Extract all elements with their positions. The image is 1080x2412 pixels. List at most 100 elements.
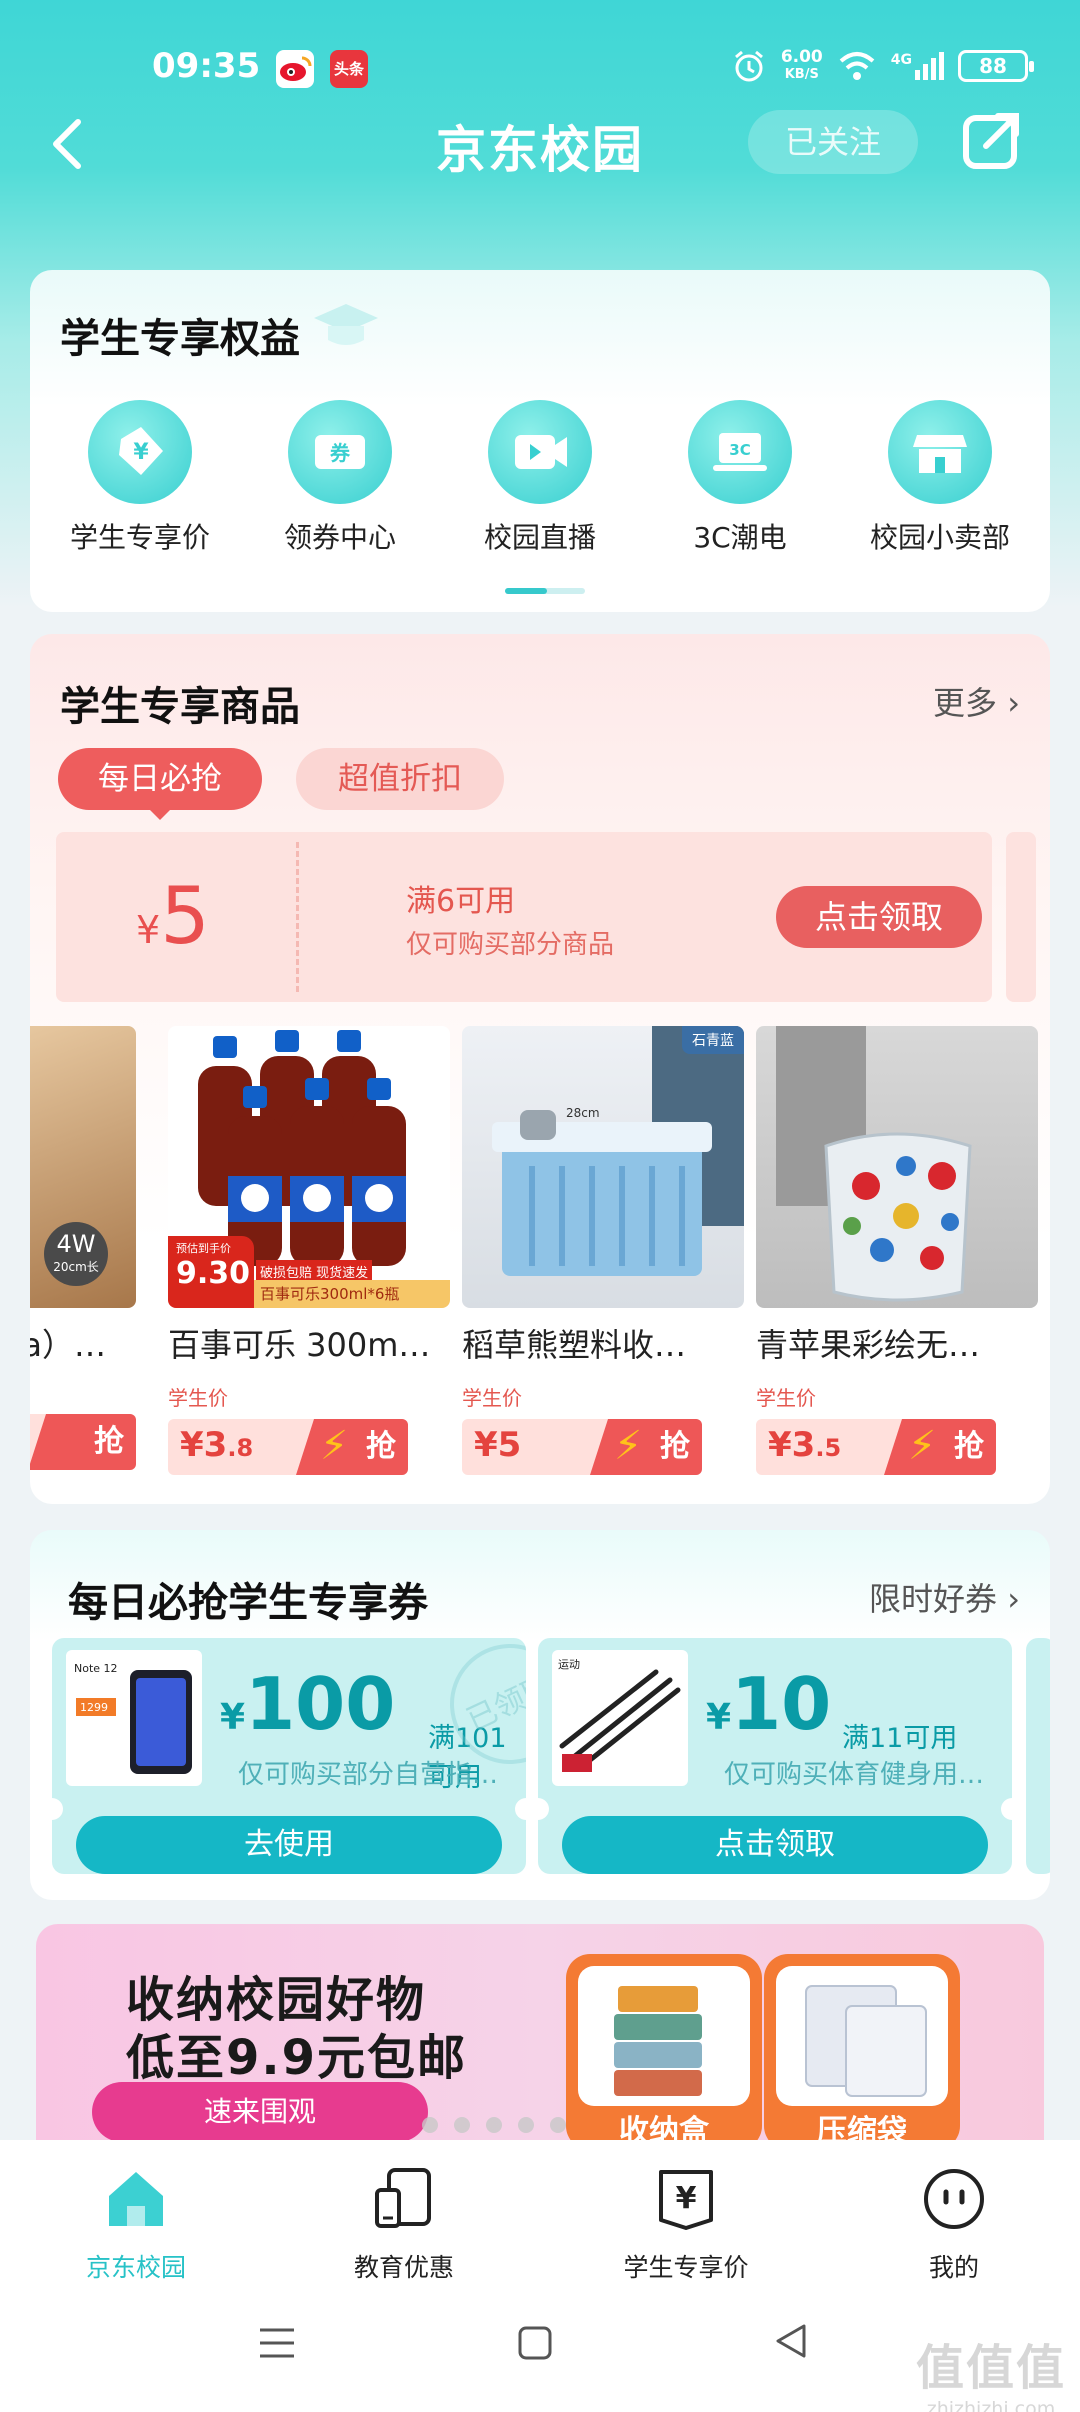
- home-icon: [109, 2172, 163, 2226]
- product-card[interactable]: 28cm 石青蓝 稻草熊塑料收… 学生价 ¥5 ⚡ 抢: [462, 1026, 744, 1475]
- grab-button[interactable]: 抢: [30, 1414, 136, 1470]
- tab-education-deals[interactable]: 教育优惠: [304, 2164, 504, 2284]
- tab-profile[interactable]: 我的: [854, 2164, 1054, 2284]
- grab-button[interactable]: ⚡ 抢: [590, 1419, 702, 1475]
- battery-indicator: 88: [958, 50, 1034, 82]
- product-carousel: 4W 20cm长 a）… . 抢: [30, 1026, 1050, 1476]
- lightning-icon: ⚡: [320, 1423, 349, 1469]
- lightning-icon: ⚡: [908, 1423, 937, 1469]
- glass-cup-image: [776, 1026, 972, 1302]
- coupon-card: 运动 ¥10 满11可用 仅可购买体育健身用… 点击领取: [538, 1638, 1012, 1874]
- student-price-tag: 学生价: [168, 1386, 228, 1410]
- banner-tile-storage-box[interactable]: 收纳盒: [566, 1954, 762, 2140]
- product-image: 4W 20cm长: [30, 1026, 136, 1308]
- product-name: 青苹果彩绘无…: [756, 1326, 981, 1364]
- benefit-label: 学生专享价: [69, 521, 210, 554]
- tab-label: 学生专享价: [623, 2253, 749, 2282]
- alarm-icon: [734, 50, 763, 82]
- menu-icon[interactable]: [254, 2320, 300, 2366]
- promo-price-badge: 预估到手价 9.30: [168, 1236, 254, 1308]
- coupon-amount: ¥5: [136, 872, 210, 962]
- devices-icon: [375, 2168, 431, 2228]
- svg-text:1299: 1299: [80, 1701, 108, 1714]
- chevron-left-icon: [53, 119, 81, 169]
- svg-text:券: 券: [329, 441, 351, 465]
- section-title: 学生专享商品: [60, 684, 300, 730]
- live-video-icon: [488, 400, 592, 504]
- banner-tile-vacuum-bag[interactable]: 压缩袋: [764, 1954, 960, 2140]
- back-triangle-icon[interactable]: [768, 2318, 814, 2364]
- tab-home[interactable]: 京东校园: [36, 2164, 236, 2284]
- grab-button[interactable]: ⚡ 抢: [296, 1419, 408, 1475]
- coupon-amount: ¥100: [220, 1662, 396, 1746]
- tab-student-price[interactable]: ¥ 学生专享价: [586, 2164, 786, 2284]
- student-price-tag: 学生价: [462, 1386, 522, 1410]
- student-products-card: 学生专享商品 更多 › 每日必抢 超值折扣 ¥5 满6可用 仅可购买部分商品 点…: [30, 634, 1050, 1504]
- home-square-icon[interactable]: [512, 2320, 558, 2366]
- product-card[interactable]: 青苹果彩绘无… 学生价 ¥3.5 ⚡ 抢: [756, 1026, 1038, 1475]
- benefits-pager: [505, 588, 585, 594]
- product-card[interactable]: 4W 20cm长 a）… . 抢: [30, 1026, 136, 1470]
- share-icon: [963, 113, 1019, 169]
- yen-tag-icon: ¥: [659, 2170, 713, 2230]
- benefit-student-price[interactable]: ¥ 学生专享价: [45, 400, 235, 556]
- benefit-campus-live[interactable]: 校园直播: [445, 400, 635, 556]
- more-link[interactable]: 更多 ›: [933, 678, 1020, 724]
- coupon-ticket: ¥5 满6可用 仅可购买部分商品 点击领取: [56, 832, 992, 1002]
- limited-coupons-link[interactable]: 限时好券 ›: [869, 1574, 1020, 1620]
- next-coupon-peek[interactable]: [1026, 1638, 1050, 1874]
- coupon-description: 仅可购买部分商品: [406, 930, 615, 960]
- student-price-tag: 学生价: [756, 1386, 816, 1410]
- weibo-icon: [276, 50, 314, 88]
- next-coupon-peek[interactable]: [1006, 832, 1036, 1002]
- banner-pager: [422, 2117, 566, 2133]
- product-name: a）…: [30, 1326, 106, 1364]
- benefit-3c-electronics[interactable]: 3C 3C潮电: [645, 400, 835, 556]
- tab-label: 京东校园: [85, 2253, 186, 2282]
- coupon-card: Note 12 1299 ¥100 满101可用 仅可购买部分自营指… 已领取 去…: [52, 1638, 526, 1874]
- system-nav-bar: 值值值 zhizhizhi.com: [0, 2282, 1080, 2412]
- tab-daily-deals[interactable]: 每日必抢: [58, 748, 262, 820]
- nav-bar: 京东校园 已关注: [0, 100, 1080, 220]
- svg-text:3C: 3C: [729, 441, 750, 459]
- claim-coupon-button[interactable]: 点击领取: [776, 886, 982, 948]
- follow-button[interactable]: 已关注: [748, 110, 918, 174]
- tab-discounts[interactable]: 超值折扣: [296, 748, 504, 810]
- color-tag: 石青蓝: [682, 1026, 744, 1054]
- status-bar: 09:35 头条 6.00 KB/S 4G 88: [0, 40, 1080, 100]
- tab-label: 教育优惠: [353, 2253, 454, 2282]
- promo-banner[interactable]: 收纳校园好物 低至9.9元包邮 速来围观 收纳盒 压缩袋: [36, 1924, 1044, 2140]
- grab-button[interactable]: ⚡ 抢: [884, 1419, 996, 1475]
- benefit-label: 领券中心: [283, 521, 396, 554]
- section-title: 学生专享权益: [60, 316, 300, 362]
- product-image: [756, 1026, 1038, 1308]
- use-coupon-button[interactable]: 去使用: [76, 1816, 502, 1874]
- section-title: 每日必抢学生专享券: [68, 1580, 428, 1626]
- vacuum-bags-image: [805, 1985, 927, 2097]
- product-card[interactable]: 预估到手价 9.30 破损包赔 现货速发 百事可乐300ml*6瓶 百事可乐 3…: [168, 1026, 450, 1475]
- storage-box-image: [492, 1026, 744, 1276]
- daily-coupons-card: 每日必抢学生专享券 限时好券 › Note 12 1299 ¥100 满101可用…: [30, 1530, 1050, 1900]
- fitness-product-image: 运动: [552, 1650, 688, 1786]
- back-button[interactable]: [42, 108, 102, 178]
- tile-label: 收纳盒: [619, 2114, 709, 2140]
- claim-coupon-button[interactable]: 点击领取: [562, 1816, 988, 1874]
- svg-text:¥: ¥: [676, 2181, 697, 2216]
- banner-cta-button[interactable]: 速来围观: [92, 2082, 428, 2140]
- product-image: 预估到手价 9.30 破损包赔 现货速发 百事可乐300ml*6瓶: [168, 1026, 450, 1308]
- benefit-coupon-center[interactable]: 券 领券中心: [245, 400, 435, 556]
- signal-icon: 4G: [891, 52, 944, 80]
- profile-face-icon: [924, 2169, 984, 2229]
- phone-product-image: Note 12 1299: [66, 1650, 202, 1786]
- share-button[interactable]: [956, 106, 1026, 176]
- coupon-description: 仅可购买体育健身用…: [724, 1760, 985, 1790]
- price-tag-icon: ¥: [88, 400, 192, 504]
- product-badge: 4W 20cm长: [44, 1222, 108, 1286]
- benefit-campus-store[interactable]: 校园小卖部: [845, 400, 1035, 556]
- storage-boxes-image: [614, 1986, 702, 2096]
- tile-label: 压缩袋: [817, 2114, 907, 2140]
- banner-subheadline: 低至9.9元包邮: [126, 2030, 468, 2086]
- toutiao-icon: 头条: [330, 50, 368, 88]
- product-price: ¥3.5: [768, 1425, 842, 1465]
- coupon-condition: 满11可用: [842, 1723, 958, 1754]
